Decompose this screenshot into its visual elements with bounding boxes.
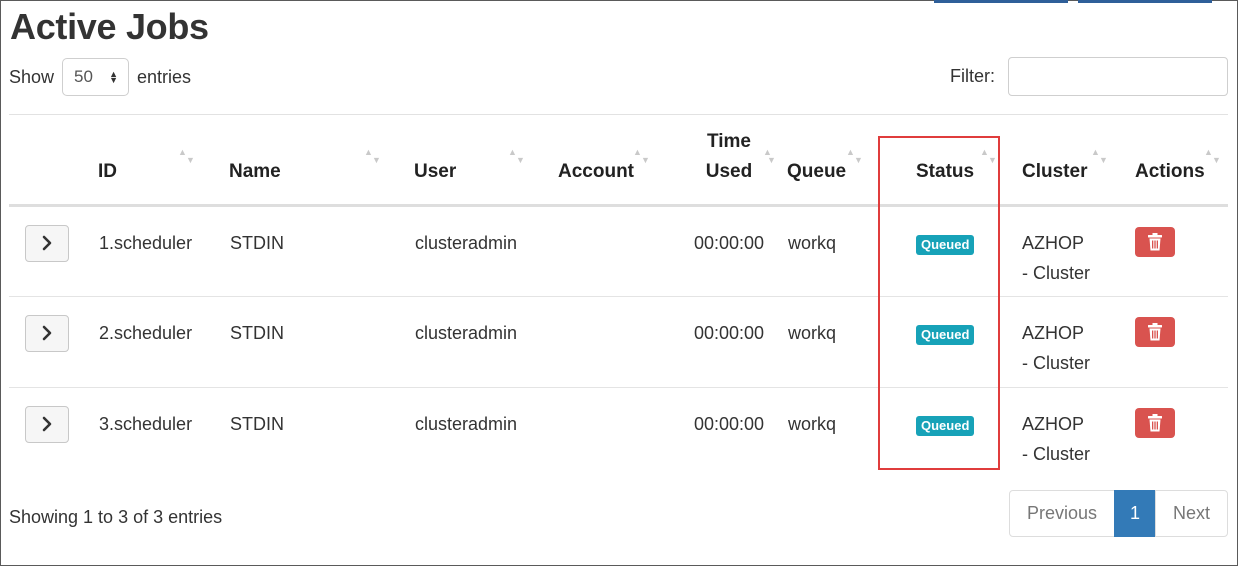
sort-icon: ▲ ▼: [178, 147, 195, 165]
expand-row-button[interactable]: [25, 405, 69, 443]
cell-queue: workq: [788, 413, 837, 434]
next-page-button[interactable]: Next: [1155, 490, 1228, 537]
page-title: Active Jobs: [10, 6, 209, 47]
col-header-cluster[interactable]: Cluster ▲ ▼: [1001, 115, 1114, 207]
cell-cluster: AZHOP - Cluster: [1001, 205, 1114, 297]
table-info: Showing 1 to 3 of 3 entries: [9, 507, 223, 527]
top-tab-right[interactable]: [1078, 0, 1212, 3]
cell-id: 2.scheduler: [98, 296, 229, 388]
cell-name: STDIN: [229, 296, 414, 388]
cell-user: clusteradmin: [415, 413, 518, 434]
col-header-actions[interactable]: Actions ▲ ▼: [1114, 115, 1228, 207]
cell-cluster: AZHOP - Cluster: [1001, 296, 1114, 388]
delete-job-button[interactable]: [1135, 316, 1175, 347]
expand-row-button[interactable]: [25, 314, 69, 352]
expand-row-button[interactable]: [25, 224, 69, 262]
cell-cluster: AZHOP - Cluster: [1022, 413, 1091, 464]
sort-icon: ▲ ▼: [763, 147, 776, 165]
table-row: 3.scheduler STDIN clusteradmin 00:00:00 …: [9, 387, 1228, 478]
sort-icon: ▲ ▼: [1204, 147, 1221, 165]
status-badge: Queued: [916, 415, 975, 436]
status-badge: Queued: [916, 324, 975, 345]
sort-icon: ▲ ▼: [1091, 147, 1108, 165]
col-header-user[interactable]: User ▲ ▼: [414, 115, 558, 207]
length-prefix: Show: [9, 66, 55, 87]
cell-queue: workq: [787, 296, 895, 388]
cell-account: [558, 205, 671, 297]
cell-name: STDIN: [230, 413, 284, 434]
delete-job-button[interactable]: [1135, 407, 1175, 438]
select-arrows-icon: ▲ ▼: [109, 69, 119, 85]
sort-icon: ▲ ▼: [364, 147, 381, 165]
length-suffix: entries: [137, 66, 192, 87]
chevron-right-icon: [42, 416, 52, 432]
col-header-expand: [9, 115, 98, 207]
entries-select[interactable]: 50 ▲ ▼: [62, 58, 130, 96]
previous-page-button[interactable]: Previous: [1009, 490, 1115, 537]
trash-icon: [1148, 322, 1162, 340]
page-1-button[interactable]: 1: [1114, 490, 1156, 537]
sort-icon: ▲ ▼: [633, 147, 650, 165]
status-badge: Queued: [916, 234, 975, 255]
cell-time-used: 00:00:00: [671, 205, 787, 297]
cell-id: 1.scheduler: [98, 205, 229, 297]
filter-input[interactable]: [1008, 57, 1228, 96]
col-header-account[interactable]: Account ▲ ▼: [558, 115, 671, 207]
cell-id: 3.scheduler: [99, 413, 193, 434]
col-header-queue[interactable]: Queue ▲ ▼: [787, 115, 895, 207]
sort-icon: ▲ ▼: [846, 147, 863, 165]
trash-icon: [1148, 232, 1162, 250]
cell-queue: workq: [787, 205, 895, 297]
cell-account: [558, 296, 671, 388]
chevron-right-icon: [42, 235, 52, 251]
table-header-row: ID ▲ ▼ Name ▲ ▼ User ▲ ▼ Account ▲ ▼ Time Us…: [9, 115, 1228, 207]
cell-time-used: 00:00:00: [671, 296, 787, 388]
cell-user: clusteradmin: [414, 205, 558, 297]
delete-job-button[interactable]: [1135, 226, 1175, 257]
filter-label: Filter:: [950, 66, 995, 86]
col-header-id[interactable]: ID ▲ ▼: [98, 115, 229, 207]
jobs-table: ID ▲ ▼ Name ▲ ▼ User ▲ ▼ Account ▲ ▼ Time Us…: [9, 115, 1228, 478]
cell-user: clusteradmin: [414, 296, 558, 388]
col-header-status[interactable]: Status ▲ ▼: [895, 115, 1001, 207]
table-row: 1.scheduler STDIN clusteradmin 00:00:00 …: [9, 205, 1228, 297]
sort-icon: ▲ ▼: [980, 147, 997, 165]
chevron-right-icon: [42, 325, 52, 341]
sort-icon: ▲ ▼: [508, 147, 525, 165]
trash-icon: [1148, 413, 1162, 431]
cell-account: [558, 387, 671, 478]
length-control: Show 50 ▲ ▼ entries: [9, 58, 191, 96]
cell-time-used: 00:00:00: [693, 413, 765, 434]
top-tab-left[interactable]: [934, 0, 1068, 3]
col-header-name[interactable]: Name ▲ ▼: [229, 115, 414, 207]
pagination: Previous 1 Next: [1009, 490, 1228, 537]
filter-control: Filter:: [950, 57, 1228, 96]
table-row: 2.scheduler STDIN clusteradmin 00:00:00 …: [9, 296, 1228, 388]
entries-select-value: 50: [74, 67, 93, 86]
col-header-time-used[interactable]: Time Used ▲ ▼: [671, 115, 787, 207]
cell-name: STDIN: [229, 205, 414, 297]
